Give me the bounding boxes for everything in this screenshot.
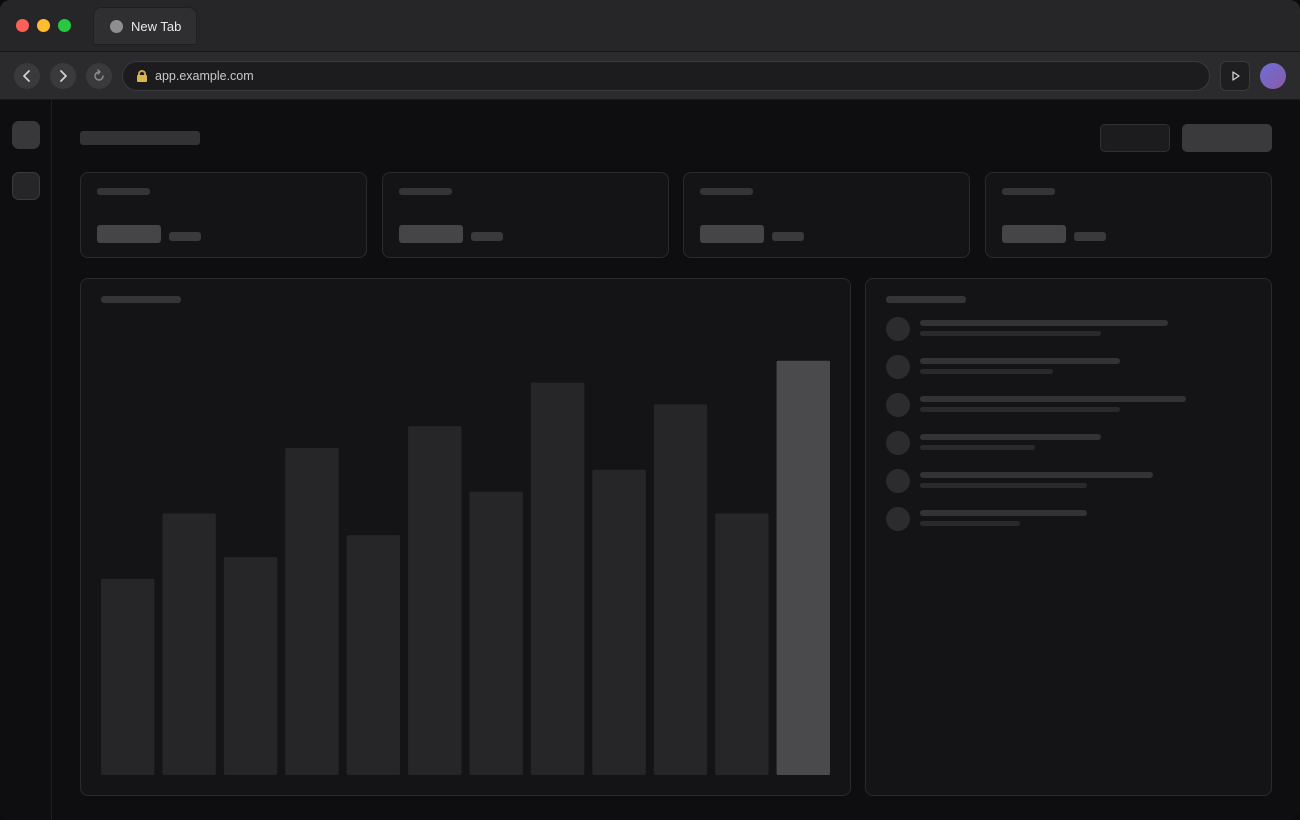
activity-title-line	[920, 434, 1101, 440]
chart-bar	[530, 382, 585, 775]
chevron-left-icon	[23, 70, 30, 82]
chart-bar	[653, 404, 708, 775]
chart-bar	[223, 557, 278, 775]
title-bar: New Tab	[0, 0, 1300, 52]
stat-delta-placeholder	[169, 232, 201, 241]
chart-bar	[285, 448, 339, 775]
activity-item[interactable]	[886, 431, 1256, 455]
chart-card	[80, 278, 851, 796]
chart-bar	[346, 535, 401, 775]
activity-subtitle-line	[920, 521, 1020, 526]
url-text: app.example.com	[155, 69, 254, 83]
stat-value-placeholder	[399, 225, 463, 243]
forward-button[interactable]	[50, 63, 76, 89]
activity-item[interactable]	[886, 355, 1256, 379]
avatar	[886, 393, 910, 417]
activity-item[interactable]	[886, 317, 1256, 341]
tab-new-tab[interactable]: New Tab	[93, 7, 197, 45]
stat-value-placeholder	[97, 225, 161, 243]
browser-toolbar: app.example.com	[0, 52, 1300, 100]
main-content	[52, 100, 1300, 820]
activity-subtitle-line	[920, 445, 1035, 450]
chart-bar	[715, 513, 769, 775]
activity-title-line	[920, 358, 1120, 364]
extension-button[interactable]	[1220, 61, 1250, 91]
reload-icon	[94, 69, 104, 81]
stat-delta-placeholder	[1074, 232, 1106, 241]
reload-button[interactable]	[86, 63, 112, 89]
activity-title-line	[920, 472, 1153, 478]
sidebar-item-1[interactable]	[12, 121, 40, 149]
back-button[interactable]	[14, 63, 40, 89]
activity-title-line	[920, 396, 1186, 402]
activity-subtitle-line	[920, 483, 1087, 488]
close-window-button[interactable]	[16, 19, 29, 32]
avatar	[886, 355, 910, 379]
stat-label-placeholder	[97, 188, 150, 195]
avatar	[886, 317, 910, 341]
chart-bar	[592, 469, 646, 775]
bar-chart	[101, 360, 830, 775]
lock-icon	[137, 70, 147, 82]
activity-item[interactable]	[886, 393, 1256, 417]
page-title-placeholder	[80, 131, 200, 145]
minimize-window-button[interactable]	[37, 19, 50, 32]
stat-card	[382, 172, 669, 258]
stat-delta-placeholder	[471, 232, 503, 241]
activity-subtitle-line	[920, 407, 1120, 412]
sidebar-item-2[interactable]	[12, 172, 40, 200]
tab-title: New Tab	[131, 19, 182, 34]
favicon-icon	[110, 20, 123, 33]
activity-item[interactable]	[886, 469, 1256, 493]
avatar	[886, 469, 910, 493]
stat-card	[985, 172, 1272, 258]
activity-subtitle-line	[920, 369, 1053, 374]
chevron-right-icon	[60, 70, 67, 82]
avatar	[886, 507, 910, 531]
activity-card	[865, 278, 1272, 796]
browser-window: New Tab app.example.com	[0, 0, 1300, 820]
chart-bar	[776, 360, 830, 775]
activity-item[interactable]	[886, 507, 1256, 531]
secondary-action-button[interactable]	[1100, 124, 1170, 152]
play-icon	[1232, 71, 1240, 81]
profile-avatar[interactable]	[1260, 63, 1286, 89]
stat-card	[80, 172, 367, 258]
stat-label-placeholder	[399, 188, 452, 195]
activity-title-line	[920, 320, 1168, 326]
chart-bar	[101, 578, 155, 775]
chart-bar	[408, 426, 462, 775]
stat-value-placeholder	[700, 225, 764, 243]
stat-value-placeholder	[1002, 225, 1066, 243]
chart-bar	[469, 491, 523, 775]
activity-title-placeholder	[886, 296, 966, 303]
sidebar	[0, 100, 52, 820]
chart-bar	[162, 513, 216, 775]
chart-title-placeholder	[101, 296, 181, 303]
avatar	[886, 431, 910, 455]
primary-action-button[interactable]	[1182, 124, 1272, 152]
stat-card	[683, 172, 970, 258]
address-bar[interactable]: app.example.com	[122, 61, 1210, 91]
activity-subtitle-line	[920, 331, 1101, 336]
maximize-window-button[interactable]	[58, 19, 71, 32]
activity-title-line	[920, 510, 1087, 516]
stat-label-placeholder	[1002, 188, 1055, 195]
stat-label-placeholder	[700, 188, 753, 195]
stat-delta-placeholder	[772, 232, 804, 241]
